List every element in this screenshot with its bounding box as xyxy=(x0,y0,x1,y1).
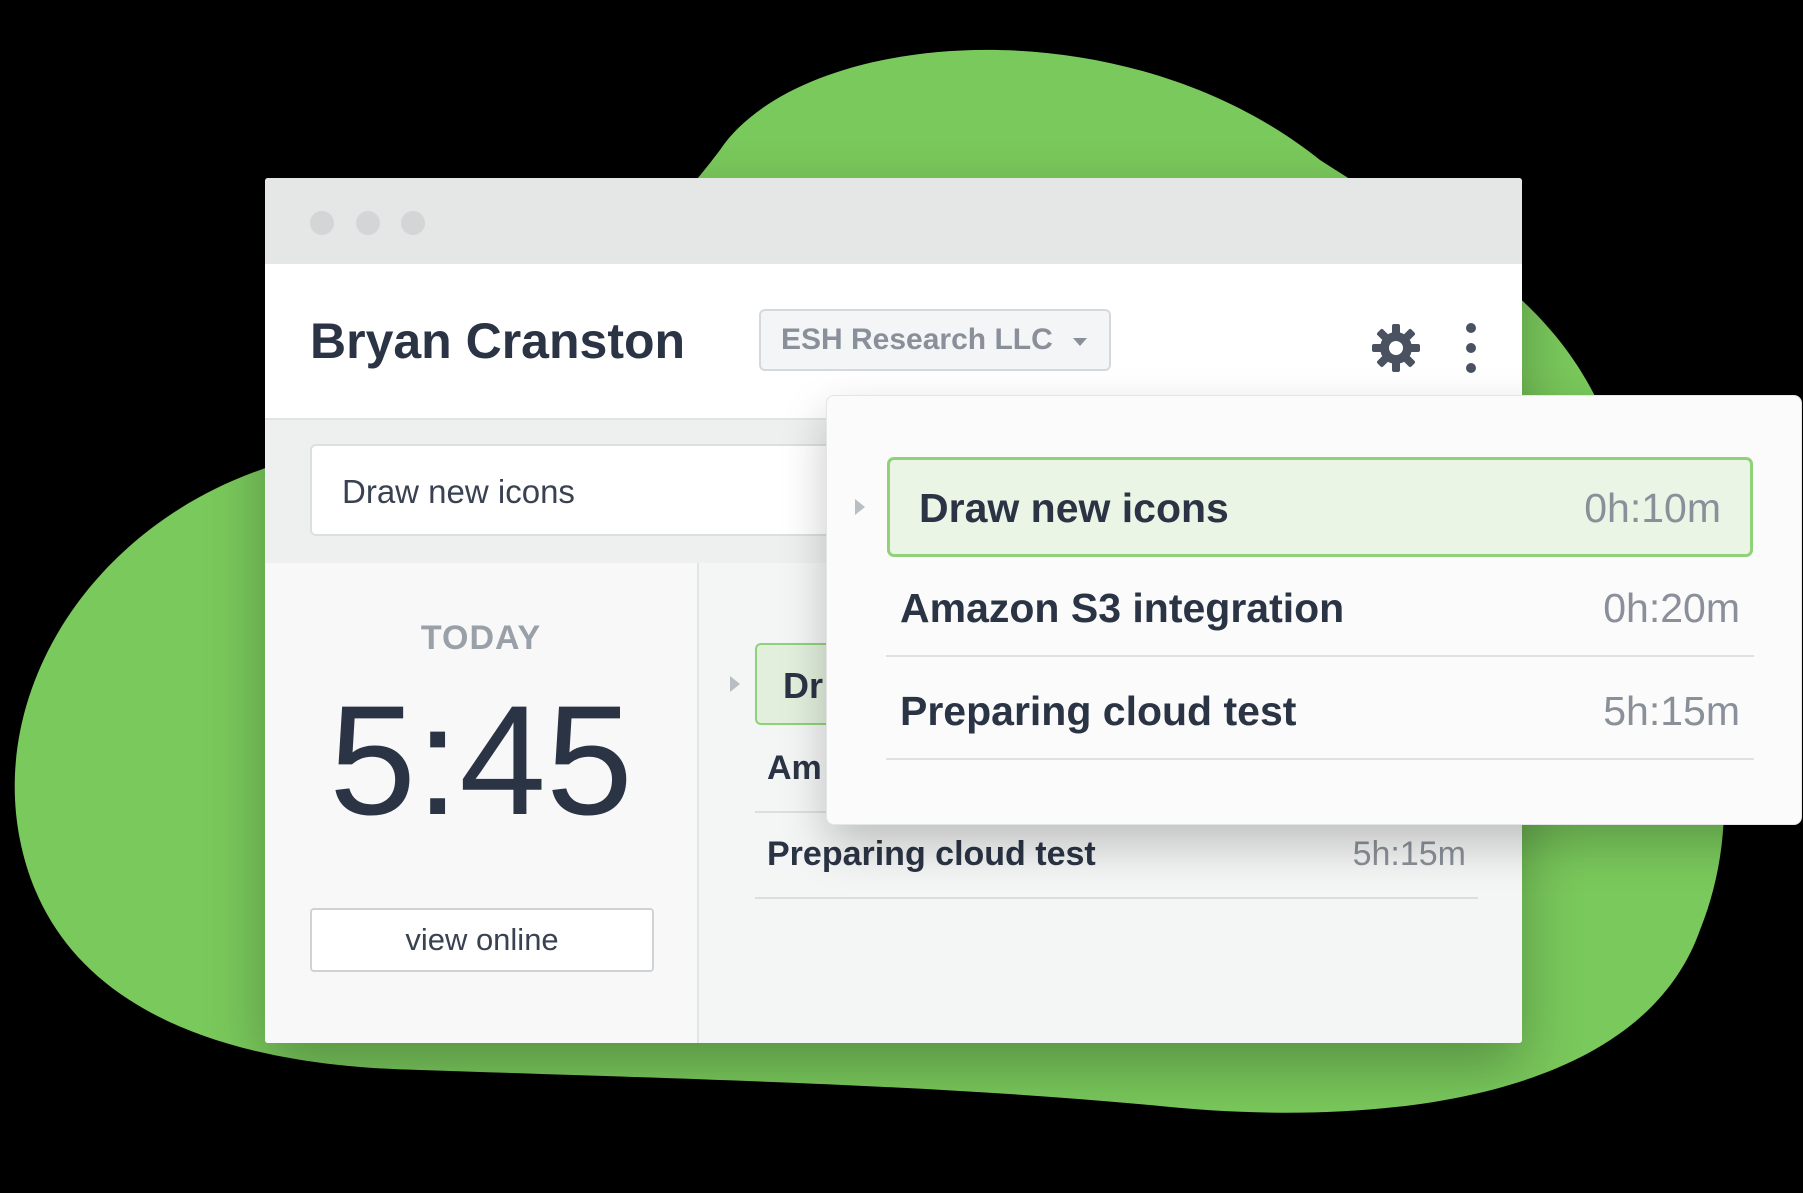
task-row-name-partial: Am xyxy=(767,749,822,787)
play-arrow-icon[interactable] xyxy=(730,676,740,692)
chevron-down-icon xyxy=(1073,338,1087,346)
company-select-value: ESH Research LLC xyxy=(781,323,1053,356)
dropdown-item[interactable]: Preparing cloud test 5h:15m xyxy=(886,660,1754,760)
gear-icon[interactable] xyxy=(1370,322,1422,374)
today-label: TODAY xyxy=(420,619,542,657)
window-control-maximize[interactable] xyxy=(401,211,425,235)
dropdown-item-name: Amazon S3 integration xyxy=(900,585,1345,631)
dropdown-item-name: Draw new icons xyxy=(919,485,1229,531)
dropdown-item[interactable]: Amazon S3 integration 0h:20m xyxy=(886,557,1754,657)
task-row-duration: 5h:15m xyxy=(1352,835,1466,873)
kebab-menu-icon[interactable] xyxy=(1461,320,1481,376)
dropdown-item-duration: 5h:15m xyxy=(1603,688,1740,734)
dropdown-item-duration: 0h:10m xyxy=(1584,485,1721,531)
today-panel: TODAY 5:45 view online xyxy=(265,563,699,1043)
dropdown-item-name: Preparing cloud test xyxy=(900,688,1297,734)
today-total-time: 5:45 xyxy=(329,674,633,848)
view-online-button[interactable]: view online xyxy=(310,908,654,972)
window-control-close[interactable] xyxy=(310,211,334,235)
task-row-name: Preparing cloud test xyxy=(767,835,1096,873)
task-dropdown: Draw new icons 0h:10m Amazon S3 integrat… xyxy=(826,395,1802,825)
dropdown-item-active[interactable]: Draw new icons 0h:10m xyxy=(887,457,1753,557)
window-control-minimize[interactable] xyxy=(356,211,380,235)
window-titlebar xyxy=(265,178,1522,264)
dropdown-item-duration: 0h:20m xyxy=(1603,585,1740,631)
company-select[interactable]: ESH Research LLC xyxy=(759,309,1111,371)
play-arrow-icon[interactable] xyxy=(855,499,865,515)
user-name: Bryan Cranston xyxy=(310,313,686,369)
